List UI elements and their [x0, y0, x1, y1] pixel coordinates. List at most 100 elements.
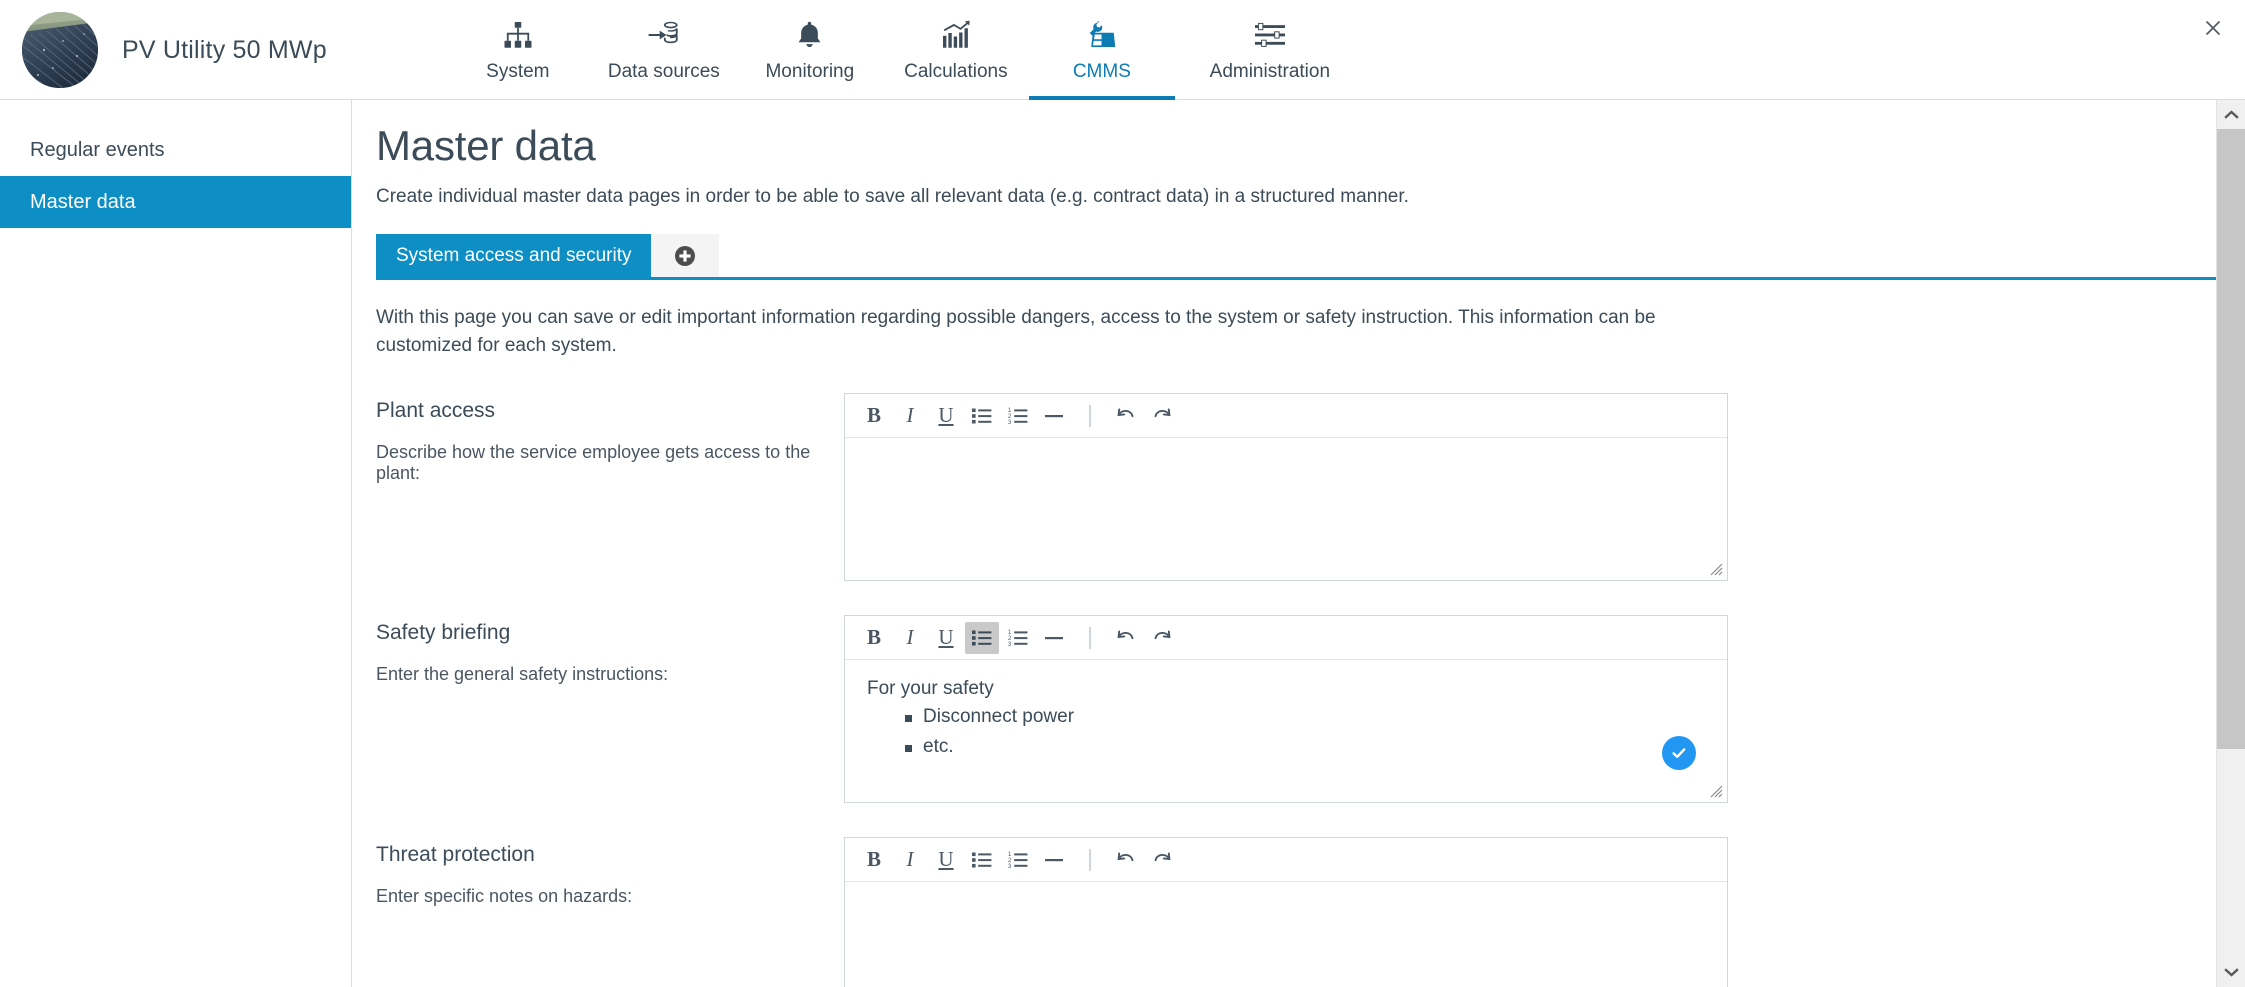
sliders-icon	[1254, 18, 1286, 52]
chart-trend-icon	[941, 18, 971, 52]
plant-logo-icon	[22, 12, 98, 88]
underline-icon[interactable]: U	[929, 400, 963, 432]
field-label-group: Plant access Describe how the service em…	[376, 393, 844, 484]
plus-circle-icon	[674, 245, 696, 267]
content-area: Master data Create individual master dat…	[352, 100, 2245, 987]
chevron-down-icon[interactable]	[2217, 958, 2245, 987]
list-item: etc.	[905, 736, 1705, 758]
rich-text-editor-plant-access[interactable]: B I U 1 2 3	[844, 393, 1728, 582]
editor-bullet-list: Disconnect power etc.	[867, 706, 1705, 758]
numbered-list-icon[interactable]: 1 2 3	[1001, 844, 1035, 876]
list-item: Disconnect power	[905, 706, 1705, 728]
editor-content[interactable]	[845, 882, 1727, 987]
app-header: PV Utility 50 MWp System Data sources Mo…	[0, 0, 2245, 100]
sidebar-item-regular-events[interactable]: Regular events	[0, 124, 351, 176]
redo-icon[interactable]	[1145, 844, 1179, 876]
nav-item-administration[interactable]: Administration	[1175, 0, 1365, 100]
nav-label: Calculations	[904, 60, 1008, 82]
sidebar-item-master-data[interactable]: Master data	[0, 176, 351, 228]
undo-icon[interactable]	[1109, 400, 1143, 432]
tab-description: With this page you can save or edit impo…	[376, 307, 1656, 356]
page-title: Master data	[376, 122, 596, 169]
resize-grip-icon[interactable]	[1707, 560, 1725, 578]
editor-content[interactable]: For your safety Disconnect power etc.	[845, 660, 1727, 802]
bell-icon	[796, 18, 823, 52]
bulleted-list-icon[interactable]	[965, 400, 999, 432]
field-safety-briefing: Safety briefing Enter the general safety…	[376, 615, 2216, 804]
scrollbar-thumb[interactable]	[2217, 129, 2245, 749]
horizontal-rule-icon[interactable]	[1037, 844, 1071, 876]
undo-icon[interactable]	[1109, 844, 1143, 876]
tab-system-access-and-security[interactable]: System access and security	[376, 234, 652, 278]
field-hint: Enter the general safety instructions:	[376, 664, 669, 685]
nav-label: Monitoring	[765, 60, 855, 82]
nav-item-cmms[interactable]: CMMS	[1028, 0, 1175, 100]
editor-text: For your safety	[867, 678, 994, 700]
rich-text-editor-threat-protection[interactable]: B I U 1 2 3	[844, 837, 1728, 987]
hierarchy-icon	[503, 18, 533, 52]
field-hint: Describe how the service employee gets a…	[376, 442, 811, 484]
scrollbar-track[interactable]	[2217, 129, 2245, 958]
nav-label: System	[486, 60, 550, 82]
field-plant-access: Plant access Describe how the service em…	[376, 393, 2216, 582]
bold-icon[interactable]: B	[857, 400, 891, 432]
page-subtitle: Create individual master data pages in o…	[376, 186, 1409, 208]
field-hint: Enter specific notes on hazards:	[376, 886, 633, 907]
check-circle-icon	[1662, 736, 1696, 771]
underline-icon[interactable]: U	[929, 844, 963, 876]
nav-item-system[interactable]: System	[445, 0, 591, 100]
undo-icon[interactable]	[1109, 622, 1143, 654]
chevron-up-icon[interactable]	[2217, 100, 2245, 129]
vertical-scrollbar[interactable]	[2216, 100, 2245, 987]
editor-toolbar: B I U 1 2 3	[845, 394, 1727, 439]
svg-text:3: 3	[1008, 642, 1012, 647]
italic-icon[interactable]: I	[893, 400, 927, 432]
tabstrip: System access and security	[376, 234, 2216, 281]
field-title: Threat protection	[376, 843, 535, 867]
italic-icon[interactable]: I	[893, 622, 927, 654]
plant-name: PV Utility 50 MWp	[122, 35, 327, 64]
sidebar-item-label: Regular events	[30, 138, 165, 161]
bold-icon[interactable]: B	[857, 622, 891, 654]
resize-grip-icon[interactable]	[1707, 782, 1725, 800]
italic-icon[interactable]: I	[893, 844, 927, 876]
sidebar: Regular events Master data	[0, 100, 352, 987]
redo-icon[interactable]	[1145, 400, 1179, 432]
editor-toolbar: B I U 1 2 3	[845, 616, 1727, 661]
svg-text:3: 3	[1008, 420, 1012, 425]
field-label-group: Safety briefing Enter the general safety…	[376, 615, 844, 685]
redo-icon[interactable]	[1145, 622, 1179, 654]
bulleted-list-icon[interactable]	[965, 621, 999, 654]
solar-wrench-icon	[1087, 18, 1117, 52]
close-icon[interactable]	[2199, 14, 2227, 42]
nav-label: CMMS	[1072, 60, 1131, 82]
bold-icon[interactable]: B	[857, 844, 891, 876]
database-import-icon	[648, 18, 680, 52]
editor-content[interactable]	[845, 438, 1727, 580]
nav-label: Data sources	[607, 60, 720, 82]
horizontal-rule-icon[interactable]	[1037, 622, 1071, 654]
numbered-list-icon[interactable]: 1 2 3	[1001, 622, 1035, 654]
nav-item-calculations[interactable]: Calculations	[883, 0, 1029, 100]
editor-toolbar: B I U 1 2 3	[845, 838, 1727, 883]
nav-item-data-sources[interactable]: Data sources	[591, 0, 737, 100]
rich-text-editor-safety-briefing[interactable]: B I U 1 2 3 For your safety Disconnect p…	[844, 615, 1728, 804]
field-title: Plant access	[376, 399, 496, 423]
field-title: Safety briefing	[376, 621, 511, 645]
field-label-group: Threat protection Enter specific notes o…	[376, 837, 844, 907]
nav-item-monitoring[interactable]: Monitoring	[737, 0, 883, 100]
underline-icon[interactable]: U	[929, 622, 963, 654]
brand: PV Utility 50 MWp	[0, 0, 327, 100]
add-tab-button[interactable]	[651, 234, 720, 278]
tab-label: System access and security	[396, 244, 632, 266]
main-content: Master data Create individual master dat…	[352, 100, 2216, 987]
main-navigation: System Data sources Monitoring Calculati…	[445, 0, 1365, 100]
horizontal-rule-icon[interactable]	[1037, 400, 1071, 432]
bulleted-list-icon[interactable]	[965, 844, 999, 876]
svg-text:3: 3	[1008, 864, 1012, 869]
toolbar-separator	[1089, 404, 1091, 427]
numbered-list-icon[interactable]: 1 2 3	[1001, 400, 1035, 432]
toolbar-separator	[1089, 848, 1091, 871]
field-threat-protection: Threat protection Enter specific notes o…	[376, 837, 2216, 987]
toolbar-separator	[1089, 626, 1091, 649]
